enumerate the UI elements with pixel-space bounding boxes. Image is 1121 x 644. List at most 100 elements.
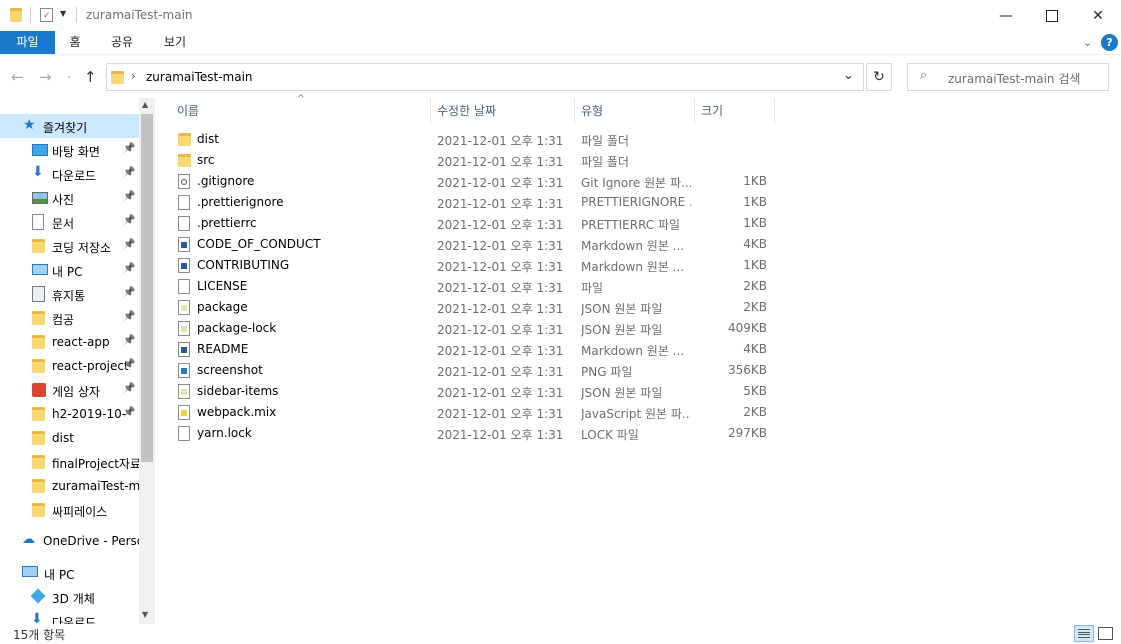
nav-item[interactable]: finalProject자료 [0, 450, 139, 474]
file-name: .prettierrc [197, 216, 257, 230]
details-view-button[interactable] [1074, 625, 1094, 642]
pin-icon[interactable]: 📌 [123, 311, 135, 322]
tab-share[interactable]: 공유 [102, 31, 142, 54]
nav-item[interactable]: 컴공 📌 [0, 306, 139, 330]
pin-icon[interactable]: 📌 [123, 191, 135, 202]
table-row[interactable]: sidebar-items 2021-12-01 오후 1:31 JSON 원본 파… [175, 381, 775, 402]
pin-icon[interactable]: 📌 [123, 407, 135, 418]
close-button[interactable]: ✕ [1075, 0, 1121, 31]
address-dropdown-icon[interactable]: ⌄ [843, 68, 854, 83]
refresh-button[interactable]: ↻ [866, 63, 892, 91]
table-row[interactable]: .prettierrc 2021-12-01 오후 1:31 PRETTIERRC … [175, 213, 775, 234]
column-divider[interactable] [574, 98, 575, 124]
file-name: CONTRIBUTING [197, 258, 290, 272]
file-icon [178, 216, 190, 231]
nav-item[interactable]: react-app 📌 [0, 330, 139, 354]
nav-this-pc[interactable]: 내 PC [0, 561, 139, 585]
nav-label: 게임 상자 [52, 385, 100, 399]
tab-view[interactable]: 보기 [155, 31, 195, 54]
file-name: .gitignore [197, 174, 255, 188]
pin-icon[interactable]: 📌 [123, 239, 135, 250]
tab-file[interactable]: 파일 [0, 31, 55, 54]
tab-home[interactable]: 홈 [60, 31, 90, 54]
file-icon [178, 279, 190, 294]
file-type: PNG 파일 [581, 365, 633, 379]
table-row[interactable]: CONTRIBUTING 2021-12-01 오후 1:31 Markdown 원… [175, 255, 775, 276]
nav-item[interactable]: dist [0, 426, 139, 450]
file-size: 356KB [727, 363, 767, 377]
table-row[interactable]: CODE_OF_CONDUCT 2021-12-01 오후 1:31 Markdow… [175, 234, 775, 255]
table-row[interactable]: webpack.mix 2021-12-01 오후 1:31 JavaScript … [175, 402, 775, 423]
maximize-button[interactable] [1029, 0, 1075, 31]
nav-item[interactable]: ⬇ 다운로드 📌 [0, 162, 139, 186]
pin-icon[interactable]: 📌 [123, 335, 135, 346]
nav-onedrive[interactable]: ☁ OneDrive - Persor [0, 529, 139, 553]
nav-item[interactable]: 사진 📌 [0, 186, 139, 210]
expand-ribbon-icon[interactable]: ⌄ [1083, 36, 1092, 49]
column-header-type[interactable]: 유형 [581, 100, 603, 122]
table-row[interactable]: LICENSE 2021-12-01 오후 1:31 파일 2KB [175, 276, 775, 297]
nav-quick-access[interactable]: ★ 즐겨찾기 [0, 114, 139, 138]
close-icon: ✕ [1092, 7, 1104, 24]
table-row[interactable]: .gitignore 2021-12-01 오후 1:31 Git Ignore 원… [175, 171, 775, 192]
pin-icon[interactable]: 📌 [123, 287, 135, 298]
folder-icon [178, 154, 191, 167]
column-divider[interactable] [430, 98, 431, 124]
nav-item[interactable]: 문서 📌 [0, 210, 139, 234]
quick-access-dropdown-icon[interactable]: ▼ [60, 9, 66, 18]
table-row[interactable]: package-lock 2021-12-01 오후 1:31 JSON 원본 파일… [175, 318, 775, 339]
table-row[interactable]: package 2021-12-01 오후 1:31 JSON 원본 파일 2KB [175, 297, 775, 318]
file-date: 2021-12-01 오후 1:31 [437, 260, 564, 274]
nav-item[interactable]: 싸피레이스 [0, 498, 139, 522]
back-icon[interactable]: ← [11, 68, 24, 86]
nav-scroll-thumb[interactable] [141, 114, 153, 462]
breadcrumb-separator[interactable]: › [131, 69, 136, 83]
nav-item[interactable]: 게임 상자 📌 [0, 378, 139, 402]
breadcrumb[interactable]: zuramaiTest-main [146, 70, 253, 84]
nav-item[interactable]: zuramaiTest-ma [0, 474, 139, 498]
file-date: 2021-12-01 오후 1:31 [437, 428, 564, 442]
help-icon[interactable]: ? [1101, 34, 1118, 51]
scroll-down-icon[interactable]: ▼ [142, 610, 148, 619]
table-row[interactable]: dist 2021-12-01 오후 1:31 파일 폴더 [175, 129, 775, 150]
title-bar: ✓ ▼ zuramaiTest-main — ✕ [0, 0, 1121, 31]
table-row[interactable]: screenshot 2021-12-01 오후 1:31 PNG 파일 356KB [175, 360, 775, 381]
column-divider[interactable] [694, 98, 695, 124]
pin-icon[interactable]: 📌 [123, 263, 135, 274]
nav-3d-objects[interactable]: 3D 개체 [0, 585, 139, 609]
table-row[interactable]: src 2021-12-01 오후 1:31 파일 폴더 [175, 150, 775, 171]
column-header-date[interactable]: 수정한 날짜 [437, 100, 496, 122]
properties-icon[interactable]: ✓ [40, 8, 53, 22]
column-header-name[interactable]: 이름 [177, 100, 199, 122]
nav-pc-downloads[interactable]: ⬇ 다운로드 [0, 609, 139, 624]
large-icons-view-button[interactable] [1098, 627, 1113, 640]
forward-icon[interactable]: → [39, 68, 52, 86]
address-bar[interactable]: › zuramaiTest-main ⌄ [106, 63, 864, 91]
nav-item[interactable]: 바탕 화면 📌 [0, 138, 139, 162]
column-divider[interactable] [774, 98, 775, 124]
pin-icon[interactable]: 📌 [123, 359, 135, 370]
pin-icon[interactable]: 📌 [123, 383, 135, 394]
pin-icon[interactable]: 📌 [123, 215, 135, 226]
table-row[interactable]: .prettierignore 2021-12-01 오후 1:31 PRETTIE… [175, 192, 775, 213]
table-row[interactable]: README 2021-12-01 오후 1:31 Markdown 원본 ... 4… [175, 339, 775, 360]
folder-icon [32, 431, 45, 445]
column-header-size[interactable]: 크기 [701, 100, 723, 122]
download-icon: ⬇ [32, 164, 44, 180]
scroll-up-icon[interactable]: ▲ [142, 100, 148, 109]
pin-icon[interactable]: 📌 [123, 143, 135, 154]
table-row[interactable]: yarn.lock 2021-12-01 오후 1:31 LOCK 파일 297KB [175, 423, 775, 444]
nav-item[interactable]: h2-2019-10- 📌 [0, 402, 139, 426]
file-size: 2KB [743, 279, 767, 293]
nav-item[interactable]: react-project 📌 [0, 354, 139, 378]
nav-item[interactable]: 내 PC 📌 [0, 258, 139, 282]
up-icon[interactable]: ↑ [84, 68, 97, 86]
file-date: 2021-12-01 오후 1:31 [437, 302, 564, 316]
pin-icon[interactable]: 📌 [123, 167, 135, 178]
nav-item[interactable]: 코딩 저장소 📌 [0, 234, 139, 258]
folder-icon [10, 8, 22, 22]
nav-item[interactable]: 휴지통 📌 [0, 282, 139, 306]
search-input[interactable]: ⌕ zuramaiTest-main 검색 [907, 63, 1109, 91]
minimize-button[interactable]: — [983, 0, 1029, 31]
recent-locations-icon[interactable]: ⌄ [66, 71, 73, 80]
